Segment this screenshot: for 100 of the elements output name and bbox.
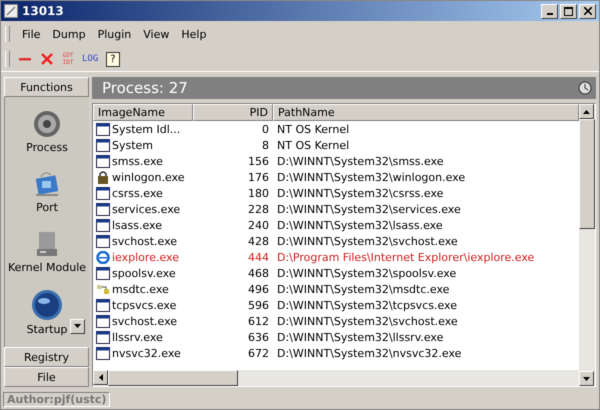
app-icon	[4, 4, 18, 18]
window-icon	[96, 298, 110, 312]
table-cell-text: 428	[247, 234, 270, 248]
menu-item[interactable]: View	[137, 28, 176, 40]
table-cell: System	[112, 138, 154, 152]
table-cell-text: D:\WINNT\System32\svchost.exe	[276, 234, 459, 248]
table-cell: svchost.exe	[112, 234, 178, 248]
window-icon	[96, 266, 110, 280]
table-row[interactable]: winlogon.exe 176 D:\WINNT\System32\winlogon.exe	[93, 169, 579, 185]
table-cell-text: 468	[247, 266, 270, 280]
table-cell-text: D:\WINNT\System32\msdtc.exe	[276, 282, 450, 296]
caret-up-icon	[583, 110, 590, 114]
table-row[interactable]: lsass.exe 240 D:\WINNT\System32\lsass.exe	[93, 217, 579, 233]
table-cell-text: 0	[261, 122, 270, 136]
table-cell-text: D:\WINNT\System32\spoolsv.exe	[276, 266, 458, 280]
table-row[interactable]: System Idl... 0 NT OS Kernel	[93, 121, 579, 137]
table-cell: smss.exe	[112, 154, 163, 168]
table-cell-text: D:\WINNT\System32\nvsvc32.exe	[276, 346, 462, 360]
table-cell-text: 444	[247, 250, 270, 264]
window-title: 13013	[22, 4, 64, 18]
table-cell: nvsvc32.exe	[112, 346, 181, 360]
table-row[interactable]: csrss.exe 180 D:\WINNT\System32\csrss.exe	[93, 185, 579, 201]
table-row[interactable]: llssrv.exe 636 D:\WINNT\System32\llssrv.exe	[93, 329, 579, 345]
maximize-button[interactable]	[560, 4, 577, 18]
menu-item[interactable]: Help	[175, 28, 212, 40]
table-cell-text: NT OS Kernel	[276, 138, 350, 152]
sidebar-tab[interactable]: Registry	[4, 347, 89, 367]
table-cell-text: D:\WINNT\System32\smss.exe	[276, 154, 445, 168]
window-icon	[96, 346, 110, 360]
window-icon	[96, 218, 110, 232]
close-button[interactable]	[579, 4, 596, 18]
globe-icon[interactable]	[31, 288, 63, 320]
padlock-icon	[96, 170, 110, 184]
menu-item[interactable]: File	[16, 28, 46, 40]
table-cell: svchost.exe	[112, 314, 178, 328]
table-cell: iexplore.exe	[112, 250, 179, 264]
table-cell-text: D:\WINNT\System32\llssrv.exe	[276, 330, 444, 344]
menu-item[interactable]: Dump	[46, 28, 92, 40]
functions-tab[interactable]: Functions	[4, 77, 89, 97]
browser-icon	[96, 250, 110, 264]
table-row[interactable]: services.exe 228 D:\WINNT\System32\services.exe	[93, 201, 579, 217]
table-cell-text: 176	[247, 170, 270, 184]
table-row[interactable]: smss.exe 156 D:\WINNT\System32\smss.exe	[93, 153, 579, 169]
caret-down-icon	[74, 324, 81, 328]
log-button[interactable]: LOG	[82, 54, 98, 64]
window-icon	[96, 234, 110, 248]
caret-left-icon	[98, 374, 102, 381]
sidebar-tab[interactable]: File	[4, 367, 89, 387]
sidebar-label[interactable]: Port	[36, 200, 58, 214]
table-cell-text: D:\WINNT\System32\csrss.exe	[276, 186, 444, 200]
table-cell: msdtc.exe	[112, 282, 169, 296]
table-cell-text: 612	[247, 314, 270, 328]
minimize-button[interactable]	[541, 4, 558, 18]
status-text: Author:pjf(ustc)	[3, 392, 110, 406]
table-cell-text: 596	[247, 298, 270, 312]
table-row[interactable]: msdtc.exe 496 D:\WINNT\System32\msdtc.exe	[93, 281, 579, 297]
column-header[interactable]: PathName	[273, 104, 579, 121]
close-icon[interactable]	[40, 52, 54, 66]
caret-down-icon	[583, 376, 590, 380]
table-cell-text: 240	[247, 218, 270, 232]
table-cell-text: 8	[261, 138, 270, 152]
table-cell-text: D:\WINNT\System32\lsass.exe	[276, 218, 444, 232]
menu-item[interactable]: Plugin	[92, 28, 138, 40]
horizontal-scrollbar[interactable]	[93, 370, 579, 386]
table-cell-text: 180	[247, 186, 270, 200]
sidebar-label[interactable]: Kernel Module	[8, 260, 86, 274]
network-icon	[96, 282, 110, 296]
window-icon	[96, 122, 110, 136]
sidebar-label[interactable]: Startup	[26, 322, 68, 336]
table-cell: services.exe	[112, 202, 180, 216]
vertical-scrollbar[interactable]	[579, 104, 595, 386]
table-row[interactable]: svchost.exe 612 D:\WINNT\System32\svchost.exe	[93, 313, 579, 329]
scroll-left-button[interactable]	[93, 370, 108, 385]
table-row[interactable]: spoolsv.exe 468 D:\WINNT\System32\spoolsv.exe	[93, 265, 579, 281]
table-cell-text: D:\WINNT\System32\winlogon.exe	[276, 170, 466, 184]
table-cell-text: D:\Program Files\Internet Explorer\iexplore.exe	[276, 250, 536, 264]
column-header[interactable]: PID	[193, 104, 273, 121]
table-row[interactable]: tcpsvcs.exe 596 D:\WINNT\System32\tcpsvcs.exe	[93, 297, 579, 313]
window-icon	[96, 314, 110, 328]
column-header[interactable]: ImageName	[93, 104, 193, 121]
clock-icon	[578, 81, 592, 95]
table-cell: llssrv.exe	[112, 330, 163, 344]
scroll-up-button[interactable]	[579, 104, 594, 119]
close-icon	[584, 7, 592, 15]
maximize-icon	[564, 6, 573, 16]
table-row[interactable]: System 8 NT OS Kernel	[93, 137, 579, 153]
table-row[interactable]: nvsvc32.exe 672 D:\WINNT\System32\nvsvc32.exe	[93, 345, 579, 361]
table-cell: System Idl...	[112, 122, 180, 136]
table-cell-text: 672	[247, 346, 270, 360]
table-row[interactable]: svchost.exe 428 D:\WINNT\System32\svchost.exe	[93, 233, 579, 249]
table-row[interactable]: iexplore.exe 444 D:\Program Files\Internet Explorer\iexplore.exe	[93, 249, 579, 265]
window-icon	[96, 202, 110, 216]
gear-icon[interactable]	[32, 108, 62, 138]
table-cell: lsass.exe	[112, 218, 162, 232]
dropdown-button[interactable]	[70, 318, 85, 334]
scroll-down-button[interactable]	[579, 371, 594, 386]
help-button[interactable]: ?	[106, 52, 120, 66]
table-cell-text: 228	[247, 202, 270, 216]
sidebar-label[interactable]: Process	[26, 140, 68, 154]
table-cell-text: 636	[247, 330, 270, 344]
